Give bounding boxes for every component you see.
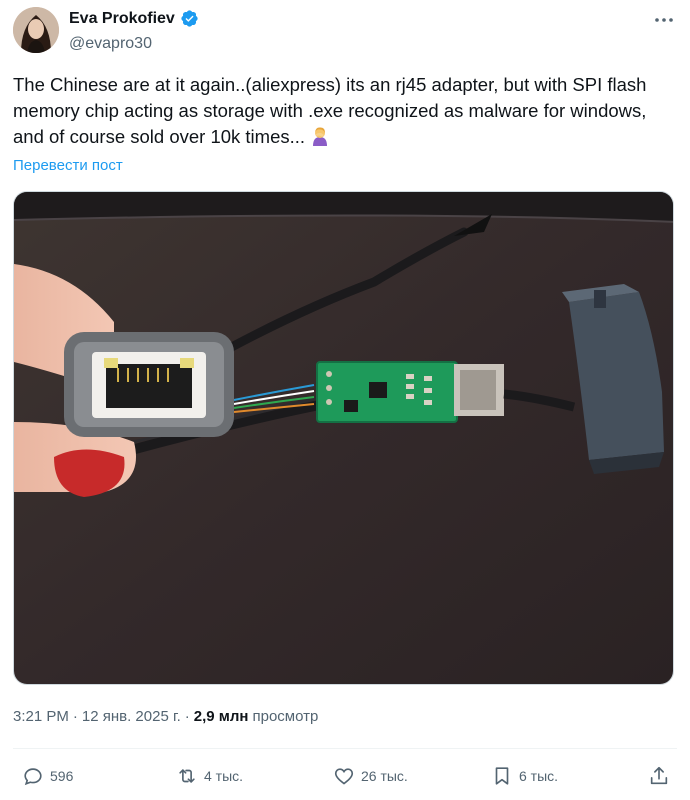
repost-button[interactable]: 4 тыс. — [176, 762, 243, 790]
share-icon — [650, 766, 668, 785]
tweet-photo[interactable] — [13, 191, 674, 685]
more-options-icon[interactable] — [652, 10, 676, 30]
photo-rj45-adapter-with-pcb — [14, 192, 673, 684]
tweet-time[interactable]: 3:21 PM — [13, 708, 69, 725]
bookmark-icon — [495, 767, 509, 785]
profile-avatar — [13, 7, 59, 53]
author-display-name[interactable]: Eva Prokofiev — [69, 10, 175, 28]
translate-post-link[interactable]: Перевести пост — [13, 157, 123, 174]
author-handle[interactable]: @evapro30 — [69, 35, 152, 53]
tweet-meta: 3:21 PM · 12 янв. 2025 г. · 2,9 млн прос… — [13, 708, 318, 725]
like-count: 26 тыс. — [361, 768, 408, 784]
views-label: просмотр — [252, 708, 319, 725]
verified-badge-icon — [180, 9, 199, 28]
avatar[interactable] — [13, 7, 59, 53]
meta-separator: · — [184, 708, 190, 725]
share-button[interactable] — [648, 762, 670, 790]
tweet-card: Eva Prokofiev @evapro30 The Chinese are … — [0, 0, 690, 800]
repost-icon — [179, 769, 195, 783]
reply-count: 596 — [50, 768, 74, 784]
heart-icon — [334, 768, 354, 785]
like-button[interactable]: 26 тыс. — [333, 762, 408, 790]
woman-facepalming-emoji-icon — [310, 126, 330, 146]
repost-count: 4 тыс. — [204, 768, 244, 784]
bookmark-count: 6 тыс. — [519, 768, 559, 784]
meta-separator: · — [72, 708, 78, 725]
author-name-row[interactable]: Eva Prokofiev — [69, 9, 199, 28]
views-count: 2,9 млн — [193, 708, 249, 725]
tweet-text: The Chinese are at it again..(aliexpress… — [13, 72, 677, 150]
tweet-date[interactable]: 12 янв. 2025 г. — [82, 708, 181, 725]
reply-icon — [24, 768, 42, 786]
reply-button[interactable]: 596 — [22, 762, 73, 790]
bookmark-button[interactable]: 6 тыс. — [491, 762, 558, 790]
divider — [13, 748, 677, 749]
